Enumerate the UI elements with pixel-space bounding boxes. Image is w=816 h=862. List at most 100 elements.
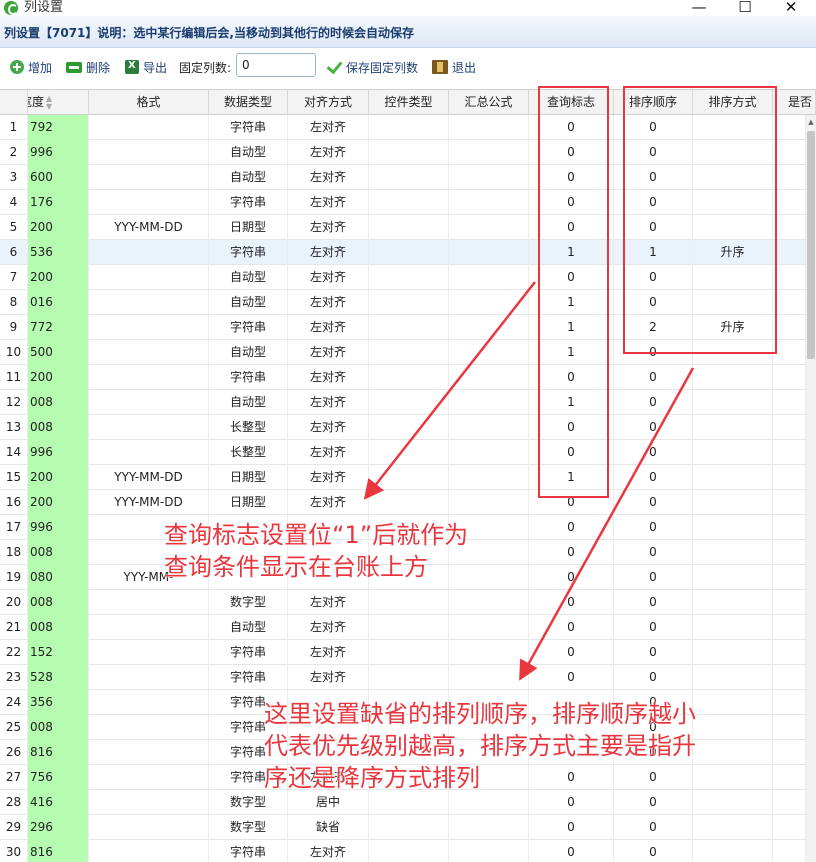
cell-width[interactable]: 996	[28, 515, 89, 540]
scroll-thumb[interactable]	[807, 131, 815, 359]
cell-data-type[interactable]: 数字型	[209, 815, 288, 840]
scroll-up-arrow-icon[interactable]: ▲	[806, 115, 816, 129]
cell-control-type[interactable]	[369, 365, 449, 390]
cell-query-flag[interactable]: 0	[529, 515, 614, 540]
cell-more[interactable]	[773, 140, 806, 165]
table-row[interactable]: 20 008 数字型 左对齐 0 0	[0, 590, 806, 615]
cell-align[interactable]: 左对齐	[288, 190, 369, 215]
cell-format[interactable]	[89, 815, 209, 840]
cell-format[interactable]	[89, 740, 209, 765]
cell-align[interactable]: 左对齐	[288, 115, 369, 140]
cell-summary[interactable]	[449, 115, 529, 140]
cell-width[interactable]: 536	[28, 240, 89, 265]
cell-format[interactable]	[89, 790, 209, 815]
cell-summary[interactable]	[449, 165, 529, 190]
table-row[interactable]: 13 008 长整型 左对齐 0 0	[0, 415, 806, 440]
cell-more[interactable]	[773, 690, 806, 715]
cell-align[interactable]: 左对齐	[288, 265, 369, 290]
cell-more[interactable]	[773, 840, 806, 862]
cell-align[interactable]: 左对齐	[288, 390, 369, 415]
cell-align[interactable]: 左对齐	[288, 315, 369, 340]
cell-sort-order[interactable]: 0	[614, 390, 693, 415]
cell-more[interactable]	[773, 565, 806, 590]
cell-more[interactable]	[773, 115, 806, 140]
cell-sort-order[interactable]: 0	[614, 565, 693, 590]
cell-width[interactable]: 200	[28, 490, 89, 515]
cell-more[interactable]	[773, 290, 806, 315]
cell-sort-order[interactable]: 0	[614, 540, 693, 565]
close-button[interactable]: ✕	[768, 0, 814, 16]
cell-format[interactable]	[89, 665, 209, 690]
cell-data-type[interactable]: 自动型	[209, 290, 288, 315]
minimize-button[interactable]: —	[676, 0, 722, 16]
cell-more[interactable]	[773, 215, 806, 240]
cell-more[interactable]	[773, 440, 806, 465]
table-row[interactable]: 11 200 字符串 左对齐 0 0	[0, 365, 806, 390]
export-button[interactable]: 导出	[125, 59, 167, 75]
cell-more[interactable]	[773, 490, 806, 515]
cell-sort-mode[interactable]	[693, 790, 773, 815]
cell-more[interactable]	[773, 340, 806, 365]
cell-more[interactable]	[773, 165, 806, 190]
cell-summary[interactable]	[449, 640, 529, 665]
exit-button[interactable]: 退出	[432, 59, 476, 75]
cell-sort-order[interactable]: 0	[614, 815, 693, 840]
cell-control-type[interactable]	[369, 115, 449, 140]
cell-control-type[interactable]	[369, 640, 449, 665]
cell-format[interactable]	[89, 365, 209, 390]
cell-width[interactable]: 200	[28, 265, 89, 290]
cell-control-type[interactable]	[369, 390, 449, 415]
cell-format[interactable]	[89, 440, 209, 465]
cell-summary[interactable]	[449, 265, 529, 290]
cell-summary[interactable]	[449, 590, 529, 615]
cell-sort-order[interactable]: 0	[614, 665, 693, 690]
cell-sort-order[interactable]: 0	[614, 840, 693, 862]
cell-sort-mode[interactable]	[693, 615, 773, 640]
add-button[interactable]: 增加	[10, 59, 52, 75]
col-header-width[interactable]: 宽度▲▼	[28, 90, 89, 114]
cell-summary[interactable]	[449, 315, 529, 340]
cell-align[interactable]: 左对齐	[288, 215, 369, 240]
cell-data-type[interactable]: 长整型	[209, 440, 288, 465]
cell-format[interactable]	[89, 115, 209, 140]
cell-width[interactable]: 600	[28, 165, 89, 190]
cell-data-type[interactable]: 数字型	[209, 590, 288, 615]
cell-summary[interactable]	[449, 440, 529, 465]
cell-sort-mode[interactable]	[693, 390, 773, 415]
cell-summary[interactable]	[449, 290, 529, 315]
cell-data-type[interactable]: 字符串	[209, 190, 288, 215]
cell-align[interactable]: 左对齐	[288, 640, 369, 665]
cell-align[interactable]: 左对齐	[288, 465, 369, 490]
cell-width[interactable]: 008	[28, 715, 89, 740]
cell-query-flag[interactable]: 0	[529, 540, 614, 565]
cell-more[interactable]	[773, 265, 806, 290]
col-header-more[interactable]: 是否	[773, 90, 816, 114]
cell-data-type[interactable]: 长整型	[209, 415, 288, 440]
cell-control-type[interactable]	[369, 440, 449, 465]
cell-format[interactable]	[89, 390, 209, 415]
cell-format[interactable]	[89, 340, 209, 365]
cell-control-type[interactable]	[369, 265, 449, 290]
cell-sort-mode[interactable]	[693, 665, 773, 690]
cell-sort-mode[interactable]	[693, 415, 773, 440]
fixed-cols-input[interactable]	[236, 53, 316, 77]
cell-data-type[interactable]: 字符串	[209, 840, 288, 862]
cell-align[interactable]: 左对齐	[288, 665, 369, 690]
cell-width[interactable]: 996	[28, 440, 89, 465]
cell-more[interactable]	[773, 515, 806, 540]
table-row[interactable]: 22 152 字符串 左对齐 0 0	[0, 640, 806, 665]
cell-sort-mode[interactable]	[693, 840, 773, 862]
cell-data-type[interactable]: 自动型	[209, 165, 288, 190]
table-row[interactable]: 23 528 字符串 左对齐 0 0	[0, 665, 806, 690]
cell-summary[interactable]	[449, 665, 529, 690]
cell-data-type[interactable]: 自动型	[209, 390, 288, 415]
col-header-summary[interactable]: 汇总公式	[449, 90, 529, 114]
cell-control-type[interactable]	[369, 190, 449, 215]
cell-summary[interactable]	[449, 215, 529, 240]
cell-format[interactable]: YYY-MM-DD	[89, 490, 209, 515]
cell-sort-mode[interactable]	[693, 515, 773, 540]
cell-sort-order[interactable]: 0	[614, 415, 693, 440]
table-row[interactable]: 16 200 YYY-MM-DD 日期型 左对齐 0 0	[0, 490, 806, 515]
cell-format[interactable]	[89, 140, 209, 165]
cell-width[interactable]: 500	[28, 340, 89, 365]
